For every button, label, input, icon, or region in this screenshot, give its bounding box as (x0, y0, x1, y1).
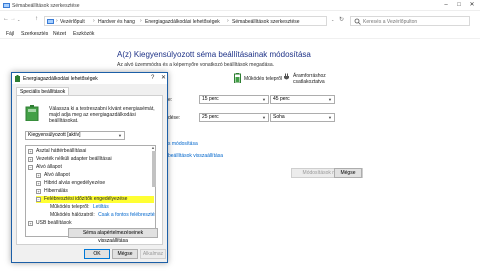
dialog-titlebar: Energiagazdálkodási lehetőségek ? ✕ (12, 73, 167, 84)
forward-arrow-icon[interactable]: → (10, 16, 16, 22)
chevron-down-icon: ▼ (262, 97, 266, 102)
minimize-icon[interactable]: – (440, 1, 452, 10)
back-arrow-icon[interactable]: ← (3, 16, 9, 22)
breadcrumb-hardware[interactable]: Hardver és hang (98, 19, 135, 25)
screen-ac-select[interactable]: 45 perc ▼ (270, 95, 335, 104)
advanced-settings-link[interactable]: s módosítása (168, 141, 198, 147)
collapse-icon[interactable]: − (36, 197, 41, 202)
tree-item-label: Alvó állapot (44, 172, 70, 178)
menu-file[interactable]: Fájl (6, 31, 14, 37)
menu-bar: Fájl Szerkesztés Nézet Eszközök (0, 29, 480, 39)
scroll-thumb[interactable] (152, 151, 156, 187)
expand-icon[interactable]: + (28, 221, 33, 226)
refresh-icon[interactable]: ↻ (339, 16, 344, 23)
tree-item-label: Asztal háttérbeállításai (36, 148, 87, 154)
dialog-title: Energiagazdálkodási lehetőségek (23, 76, 98, 82)
close-icon[interactable]: ✕ (466, 1, 478, 10)
chevron-down-icon: ▼ (262, 115, 266, 120)
dialog-close-icon[interactable]: ✕ (161, 74, 166, 81)
screen-battery-select[interactable]: 15 perc ▼ (199, 95, 269, 104)
tree-item-label: Működés hálózatról: Csak a fontos felébr… (50, 212, 155, 219)
collapse-icon[interactable]: − (28, 165, 33, 170)
tree-item-value[interactable]: Letiltás (93, 204, 109, 210)
settings-tree[interactable]: + Asztal háttérbeállításai + Vezeték nélkül… (25, 145, 156, 237)
ok-button[interactable]: OK (84, 249, 110, 259)
power-plan-icon (15, 75, 20, 82)
column-ac: Áramforráshoz csatlakoztatva (293, 73, 326, 85)
page-description: Az alvó üzemmódra és a képernyőre vonatk… (117, 62, 275, 68)
chevron-down-icon: ▼ (328, 115, 332, 120)
chevron-down-icon: ▼ (118, 133, 122, 138)
expand-icon[interactable]: + (28, 157, 33, 162)
search-icon (354, 18, 361, 25)
expand-icon[interactable]: + (36, 189, 41, 194)
page-title: A(z) Kiegyensúlyozott séma beállításaina… (117, 50, 311, 59)
tree-item-label: Hibernálás (44, 188, 68, 194)
column-battery: Működés telepről (244, 76, 283, 82)
expand-icon[interactable]: + (36, 173, 41, 178)
battery-icon (234, 73, 241, 83)
dialog-panel: Válassza ki a testreszabni kívánt energi… (16, 95, 163, 245)
breadcrumb-edit-plan[interactable]: Sémabeállítások szerkesztése (232, 19, 300, 25)
up-arrow-icon[interactable]: ↑ (35, 16, 38, 22)
menu-tools[interactable]: Eszközök (73, 31, 94, 37)
tree-item-value[interactable]: Csak a fontos felébresztési idő (98, 212, 155, 218)
search-input[interactable]: Keresés a Vezérlőpulton (350, 16, 470, 26)
help-icon[interactable]: ? (151, 75, 154, 81)
sleep-ac-select[interactable]: Soha ▼ (270, 113, 335, 122)
breadcrumb-separator-icon: › (227, 18, 229, 24)
tree-scrollbar[interactable]: ▲ ▼ (151, 145, 157, 237)
scroll-up-icon[interactable]: ▲ (151, 145, 155, 150)
power-options-dialog: Energiagazdálkodási lehetőségek ? ✕ Spec… (11, 72, 168, 263)
recent-chevron-icon[interactable]: ⌄ (17, 17, 20, 22)
plan-select[interactable]: Kiegyensúlyozott [aktív] ▼ (25, 131, 125, 140)
tree-item-label: Hibrid alvás engedélyezése (44, 180, 106, 186)
breadcrumb-control-panel[interactable]: Vezérlőpult (60, 19, 85, 25)
screen-ac-value: 45 perc (273, 96, 290, 102)
menu-view[interactable]: Nézet (53, 31, 66, 37)
restore-defaults-link[interactable]: beállítások visszaállítása (168, 153, 223, 159)
menu-edit[interactable]: Szerkesztés (21, 31, 48, 37)
sleep-battery-value: 25 perc (202, 114, 219, 120)
dialog-description: Válassza ki a testreszabni kívánt energi… (49, 106, 155, 124)
tree-item-label: Működés telepről: Letiltás (50, 204, 109, 210)
control-panel-small-icon (47, 19, 54, 24)
breadcrumb-separator-icon: › (56, 18, 58, 24)
plan-select-value: Kiegyensúlyozott [aktív] (28, 132, 81, 138)
window-titlebar: Sémabeállítások szerkesztése – □ ✕ (0, 0, 480, 11)
breadcrumb-separator-icon: › (93, 18, 95, 24)
address-dropdown-icon[interactable]: ⌄ (331, 17, 334, 22)
breadcrumb-separator-icon: › (140, 18, 142, 24)
address-bar-area: ← → ⌄ ↑ › Vezérlőpult › Hardver és hang … (0, 13, 480, 28)
tree-item-label: Vezeték nélküli adapter beállításai (36, 156, 112, 162)
sleep-row-label: dése: (168, 115, 181, 121)
dialog-cancel-button[interactable]: Mégse (112, 249, 138, 259)
screen-battery-value: 15 perc (202, 96, 219, 102)
maximize-icon[interactable]: □ (453, 1, 465, 10)
control-panel-icon (3, 3, 10, 8)
screen-row-label: e: (168, 97, 173, 103)
tree-item-label: Alvó állapot (36, 164, 62, 170)
sleep-ac-value: Soha (273, 114, 285, 120)
chevron-down-icon: ▼ (328, 97, 332, 102)
sleep-battery-select[interactable]: 25 perc ▼ (199, 113, 269, 122)
apply-button[interactable]: Alkalmaz (140, 249, 166, 259)
expand-icon[interactable]: + (36, 181, 41, 186)
tree-item-label: USB beállítások (36, 220, 72, 226)
tree-item[interactable]: − Felébresztési időzítők engedélyezése (36, 196, 154, 203)
breadcrumb-power-options[interactable]: Energiagazdálkodási lehetőségek (145, 19, 220, 25)
plug-icon (284, 73, 289, 80)
main-cancel-button[interactable]: Mégse (334, 168, 362, 178)
restore-plan-defaults-button[interactable]: Séma alapértelmezéseinek visszaállítása (68, 228, 158, 244)
window-title: Sémabeállítások szerkesztése (12, 3, 80, 9)
battery-plan-icon (25, 105, 39, 121)
search-placeholder: Keresés a Vezérlőpulton (363, 19, 418, 25)
tree-item-label: Felébresztési időzítők engedélyezése (44, 196, 128, 202)
expand-icon[interactable]: + (28, 149, 33, 154)
address-box[interactable]: › Vezérlőpult › Hardver és hang › Energi… (44, 16, 327, 26)
